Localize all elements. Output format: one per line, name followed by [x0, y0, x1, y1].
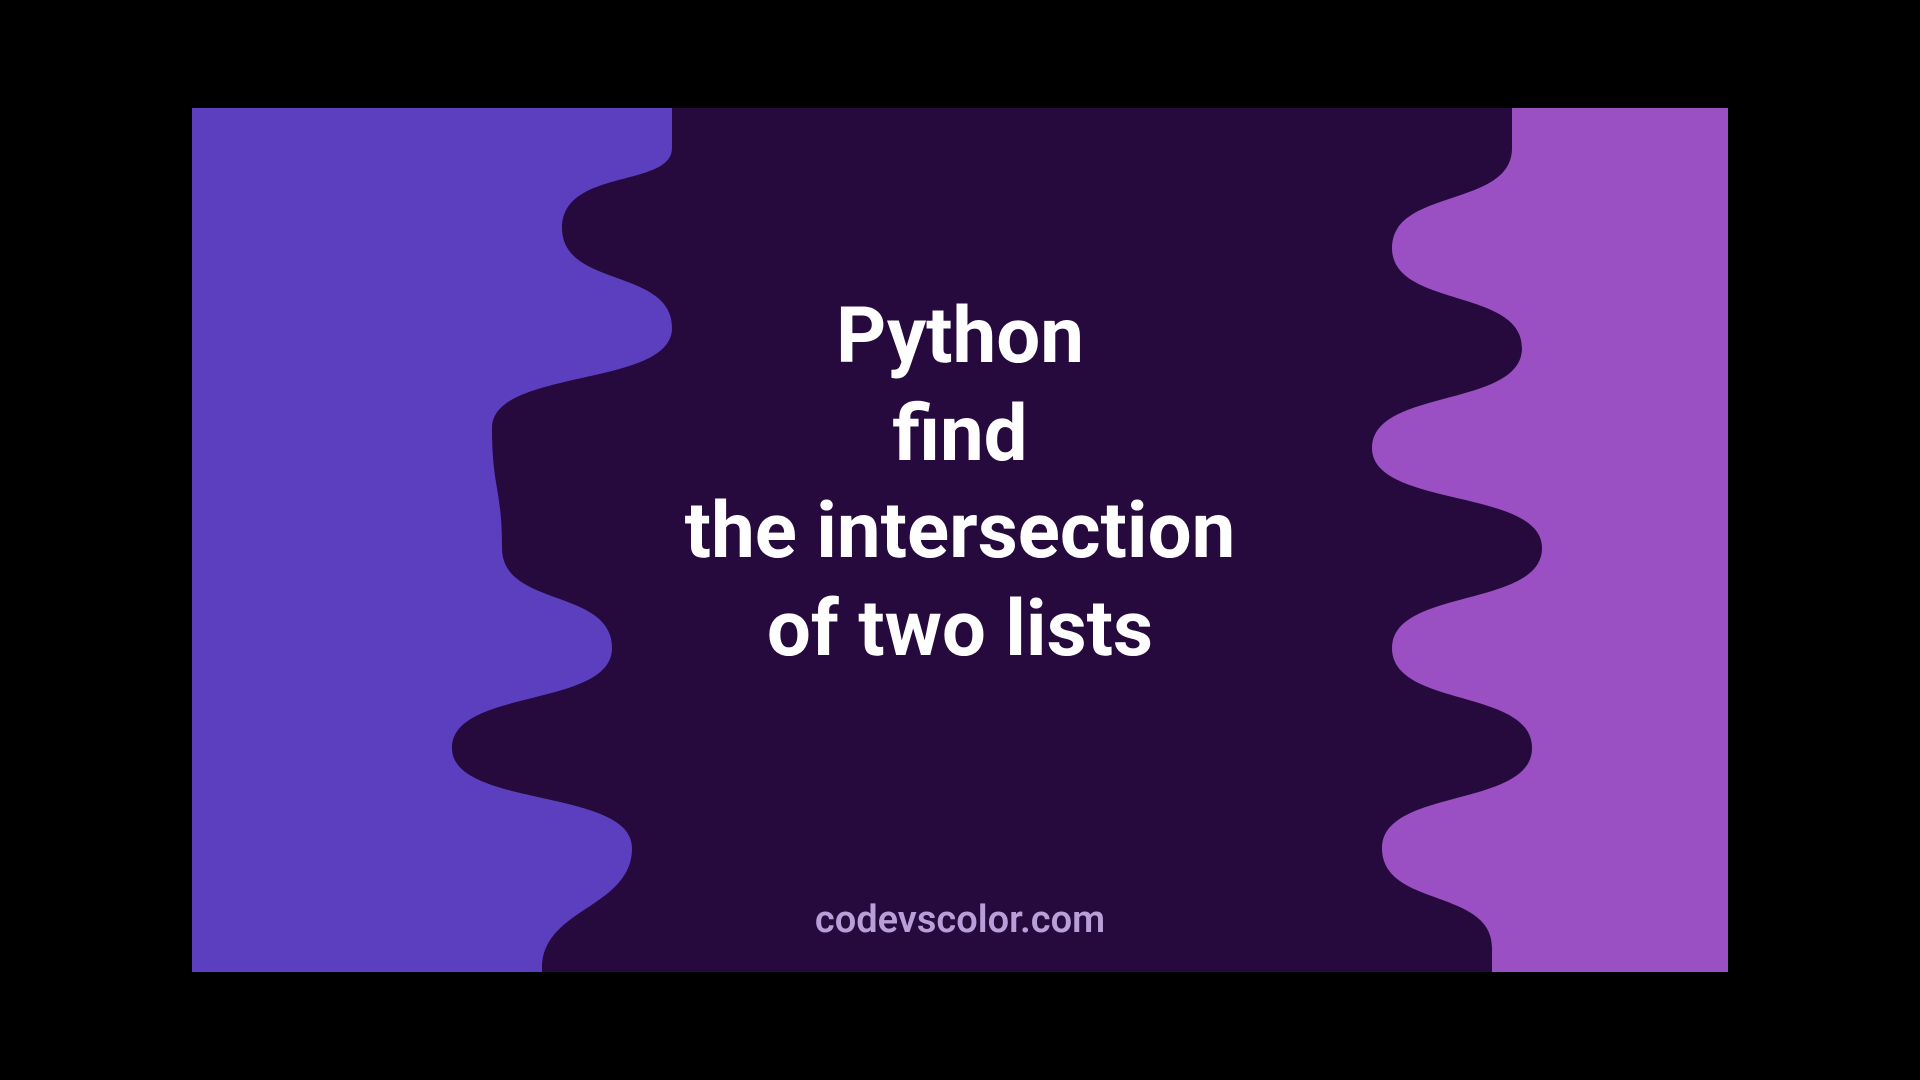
title-line-4: of two lists [685, 581, 1236, 679]
title-line-2: find [685, 386, 1236, 484]
graphic-canvas: Python find the intersection of two list… [192, 108, 1728, 972]
title-line-1: Python [685, 288, 1236, 386]
title-line-3: the intersection [685, 483, 1236, 581]
watermark-text: codevscolor.com [815, 898, 1105, 942]
main-title: Python find the intersection of two list… [685, 288, 1236, 678]
